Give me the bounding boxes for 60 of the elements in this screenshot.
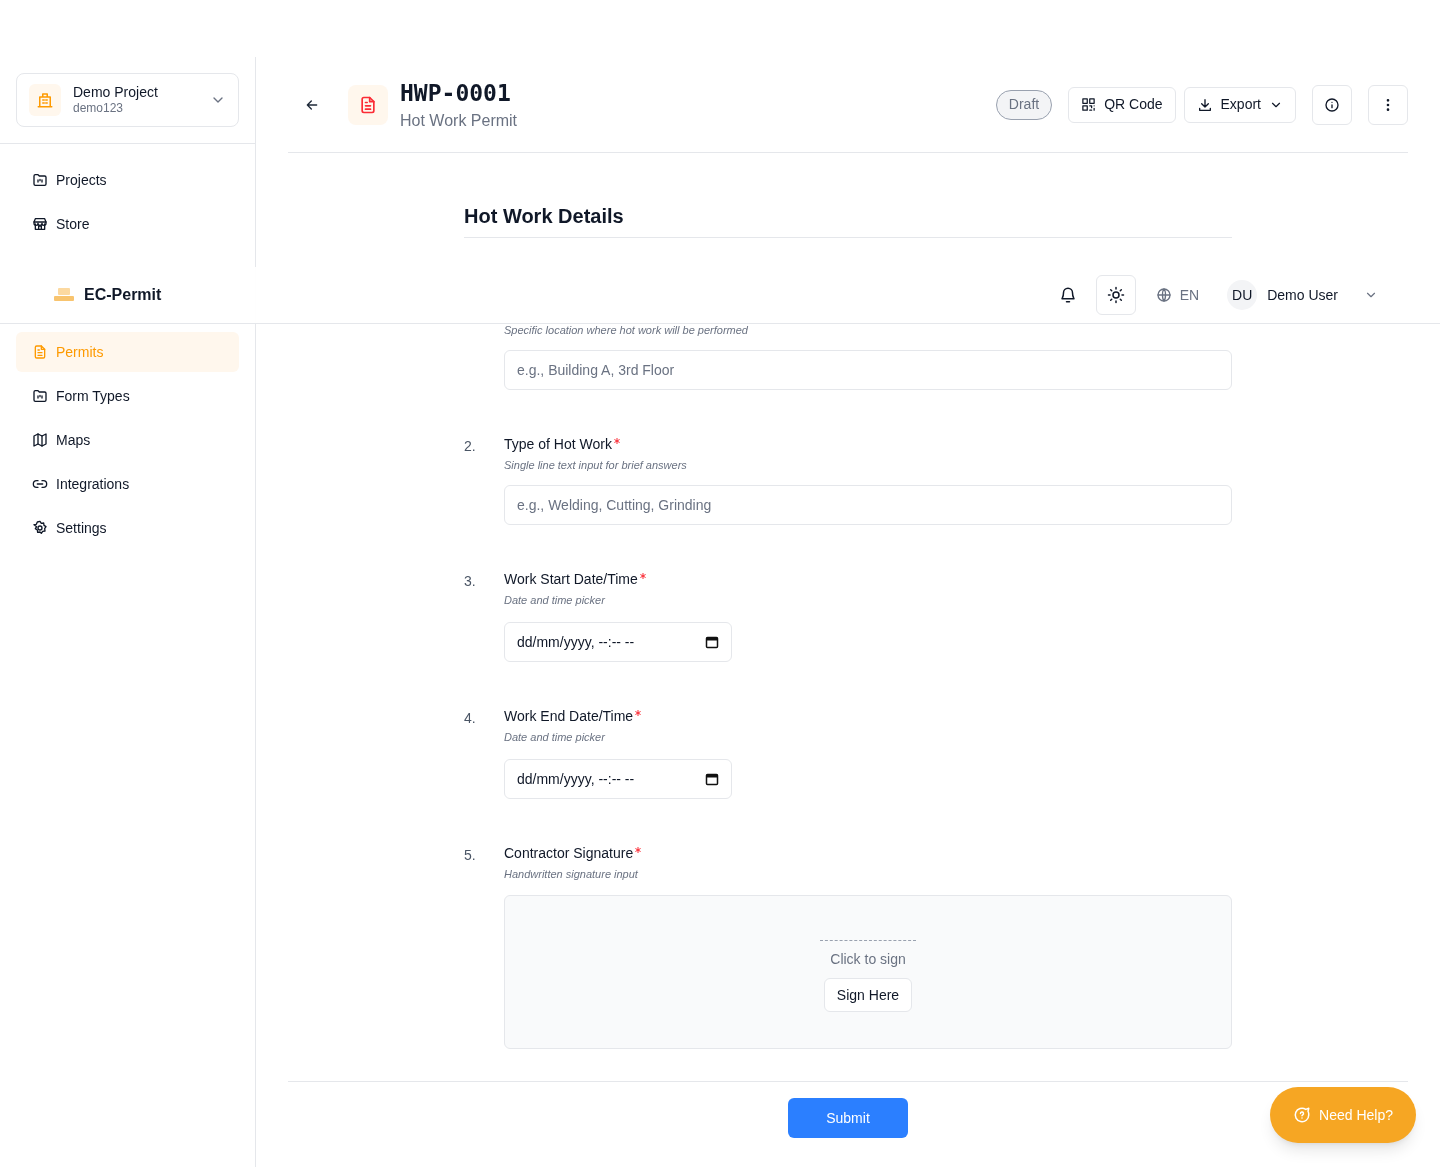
qr-code-icon <box>1081 97 1097 112</box>
field-description: Single line text input for brief answers <box>504 458 688 472</box>
sign-here-button[interactable]: Sign Here <box>823 978 913 1012</box>
section-title: Hot Work Details <box>464 202 1232 238</box>
user-menu[interactable]: DU Demo User <box>1227 280 1378 310</box>
permit-title: HWP-0001 <box>400 78 512 108</box>
field-number: 2. <box>464 438 476 454</box>
field-description: Date and time picker <box>504 730 606 744</box>
field-description: Date and time picker <box>504 593 606 607</box>
calendar-icon <box>705 635 719 649</box>
project-code: demo123 <box>73 101 125 117</box>
download-icon <box>1196 96 1213 113</box>
field-label: Type of Hot Work <box>504 435 612 454</box>
sidebar-item[interactable]: Form Types <box>16 376 239 416</box>
info-icon <box>1324 96 1340 113</box>
field-label: Work End Date/Time <box>504 707 634 726</box>
app-name: EC-Permit <box>84 285 162 305</box>
folder-icon <box>32 388 48 404</box>
field-description: Handwritten signature input <box>504 867 639 881</box>
project-switcher[interactable]: Demo Project demo123 <box>16 73 239 127</box>
field-description: Specific location where hot work will be performed <box>504 323 749 337</box>
bell-icon <box>1058 286 1077 304</box>
permit-subtitle: Hot Work Permit <box>400 110 518 131</box>
theme-toggle-button[interactable] <box>1095 275 1136 315</box>
sidebar-item[interactable]: Settings <box>16 508 239 548</box>
field-number: 4. <box>464 710 476 726</box>
calendar-icon <box>705 772 719 786</box>
field-label: Contractor Signature <box>504 844 634 863</box>
field-label: Work Start Date/Time <box>504 570 638 589</box>
date-time-input[interactable]: dd/mm/yyyy, --:-- -- <box>504 759 732 799</box>
settings-icon <box>32 520 48 536</box>
info-button[interactable] <box>1312 84 1352 125</box>
sun-icon <box>1106 286 1125 304</box>
document-icon <box>32 344 48 360</box>
map-icon <box>32 432 48 448</box>
text-input[interactable]: e.g., Welding, Cutting, Grinding <box>504 485 1232 525</box>
status-badge: Draft <box>995 89 1053 120</box>
qr-code-button[interactable]: QR Code <box>1068 86 1176 123</box>
language-button[interactable]: EN <box>1155 284 1200 306</box>
globe-icon <box>1155 287 1172 303</box>
signature-pad[interactable]: Click to sign Sign Here <box>504 895 1232 1049</box>
sidebar-item[interactable]: Maps <box>16 420 239 460</box>
signature-prompt: Click to sign <box>830 950 906 969</box>
building-icon <box>29 84 61 116</box>
export-button[interactable]: Export <box>1183 86 1296 123</box>
field-number: 3. <box>464 573 476 589</box>
store-icon <box>32 216 48 232</box>
document-icon <box>348 84 388 125</box>
sidebar-item[interactable]: Integrations <box>16 464 239 504</box>
sidebar-item[interactable]: Projects <box>16 160 239 200</box>
text-input[interactable]: e.g., Building A, 3rd Floor <box>504 350 1232 390</box>
help-chat-icon <box>1293 1106 1312 1124</box>
date-time-input[interactable]: dd/mm/yyyy, --:-- -- <box>504 622 732 662</box>
field-number: 5. <box>464 847 476 863</box>
sidebar-item[interactable]: Store <box>16 204 239 244</box>
logo-icon <box>53 287 75 303</box>
submit-button[interactable]: Submit <box>788 1098 908 1138</box>
user-avatar: DU <box>1227 280 1258 310</box>
project-name: Demo Project <box>73 83 159 102</box>
folder-icon <box>32 172 48 188</box>
